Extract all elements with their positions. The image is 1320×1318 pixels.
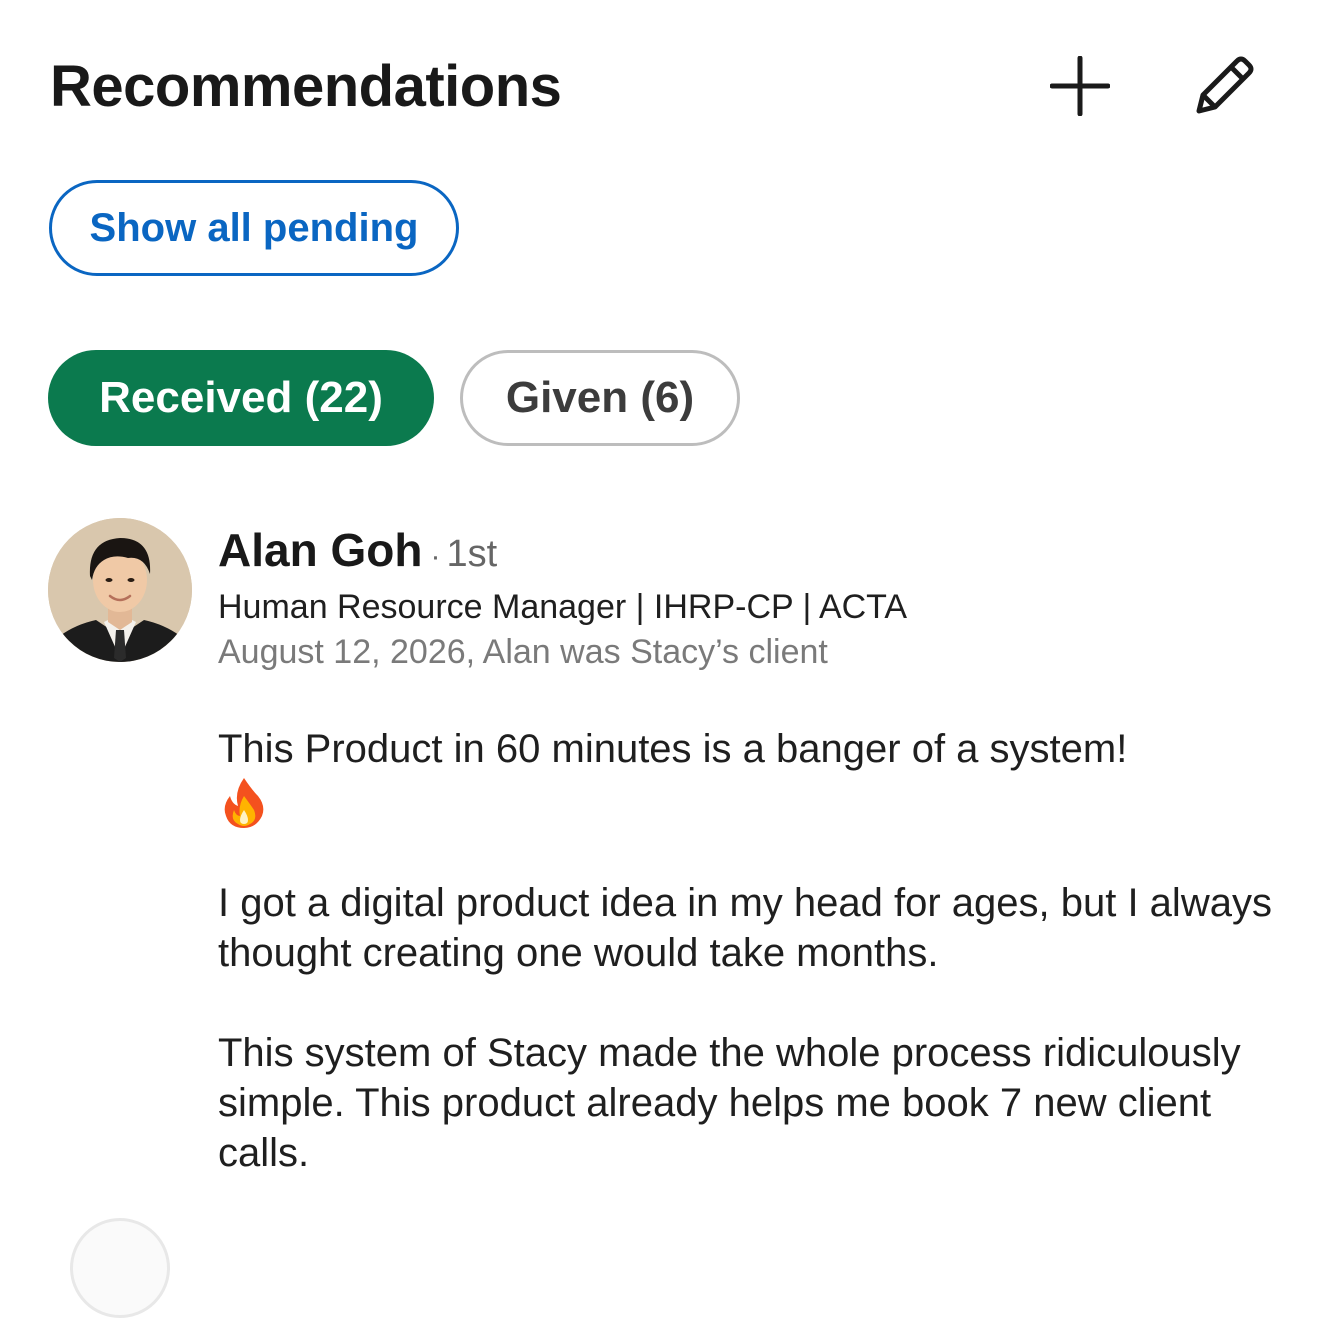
recommender-name[interactable]: Alan Goh — [218, 524, 422, 576]
show-all-pending-button[interactable]: Show all pending — [49, 180, 459, 276]
profile-photo — [48, 518, 192, 662]
next-recommendation-avatar[interactable] — [70, 1218, 170, 1318]
recommendation-paragraph: This Product in 60 minutes is a banger o… — [218, 724, 1278, 828]
page-title: Recommendations — [50, 54, 562, 119]
tab-received[interactable]: Received (22) — [48, 350, 434, 446]
recommendation-text: This Product in 60 minutes is a banger o… — [218, 724, 1278, 1178]
recommendation-paragraph: I got a digital product idea in my head … — [218, 881, 1272, 975]
separator-dot: · — [430, 540, 441, 573]
connection-degree: 1st — [446, 533, 498, 575]
fire-emoji-icon — [218, 776, 270, 828]
recommender-name-line: Alan Goh · 1st — [218, 518, 1278, 582]
tab-given[interactable]: Given (6) — [460, 350, 740, 446]
plus-icon — [1050, 56, 1110, 116]
edit-recommendations-button[interactable] — [1192, 54, 1256, 118]
recommendations-header: Recommendations — [50, 50, 1270, 130]
pencil-icon — [1196, 56, 1254, 114]
recommendation-meta: August 12, 2026, Alan was Stacy’s client — [218, 633, 828, 671]
avatar[interactable] — [48, 518, 192, 662]
recommendation-body: Alan Goh · 1st Human Resource Manager | IH… — [218, 518, 1278, 1228]
recommender-headline: Human Resource Manager | IHRP-CP | ACTA — [218, 588, 908, 626]
add-recommendation-button[interactable] — [1048, 54, 1112, 118]
recommendation-paragraph: This system of Stacy made the whole proc… — [218, 1031, 1241, 1175]
